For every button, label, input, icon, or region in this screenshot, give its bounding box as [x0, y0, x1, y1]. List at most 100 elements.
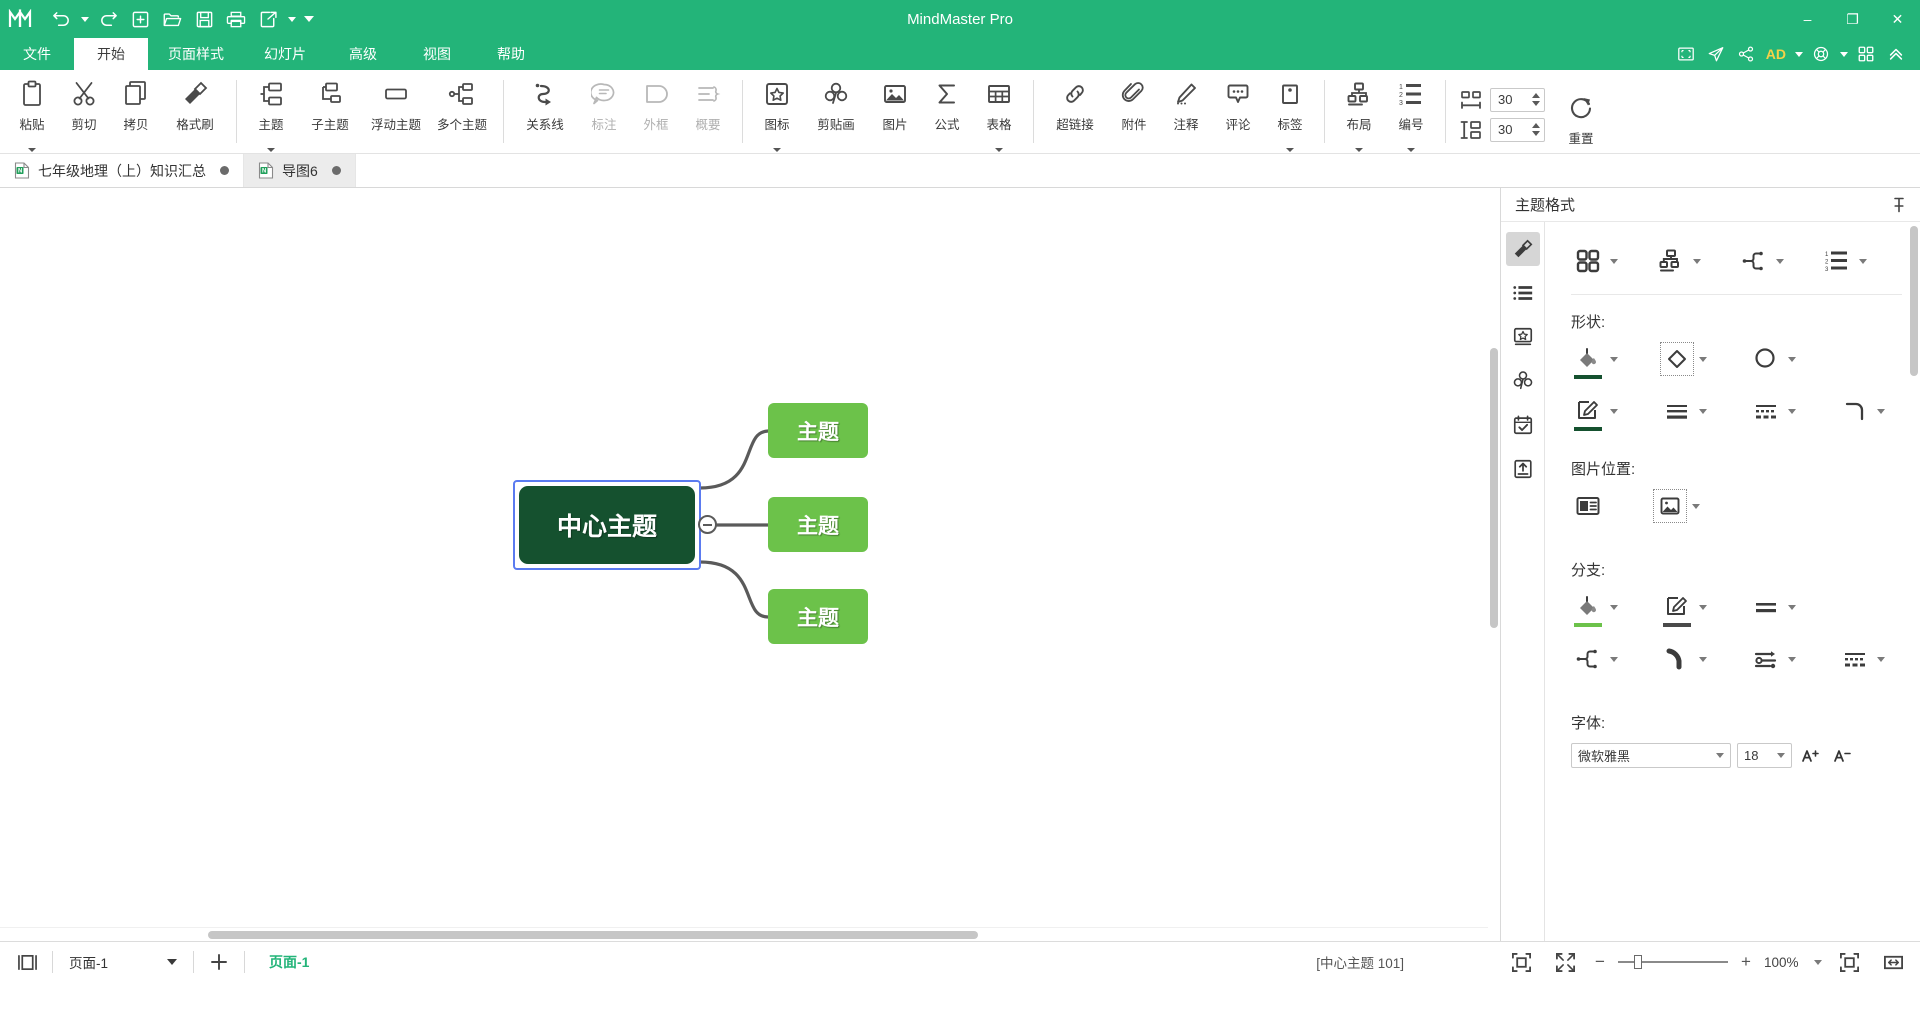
attachment-button[interactable]: 附件 [1108, 70, 1160, 153]
shape-picker-button[interactable] [1660, 342, 1707, 376]
table-button[interactable]: 表格 [973, 70, 1025, 153]
style-brush-icon[interactable] [1505, 232, 1540, 266]
zoom-slider[interactable] [1618, 955, 1728, 969]
numbering-caret-icon[interactable] [1407, 148, 1415, 152]
page-select[interactable]: 页面-1 [61, 949, 185, 975]
paste-caret-icon[interactable] [28, 148, 36, 152]
shadow-effect-button[interactable] [1749, 342, 1796, 376]
branch-topic-node-1[interactable]: 主题 [768, 403, 868, 458]
tag-caret-icon[interactable] [1286, 148, 1294, 152]
panel-toggle-icon[interactable] [10, 948, 44, 976]
font-size-select[interactable]: 18 [1737, 743, 1792, 768]
increase-font-icon[interactable] [1798, 743, 1824, 768]
numbering-style-caret-icon[interactable] [1859, 258, 1867, 264]
active-page-label[interactable]: 页面-1 [253, 952, 325, 972]
shape-picker-caret-icon[interactable] [1699, 356, 1707, 362]
branch-fill-color-caret-icon[interactable] [1610, 604, 1618, 610]
apps-grid-icon[interactable] [1852, 40, 1880, 68]
collapse-toggle[interactable] [698, 515, 717, 534]
vertical-spacing-input[interactable] [1491, 122, 1525, 137]
boundary-button[interactable]: 外框 [630, 70, 682, 153]
topic-button[interactable]: 主题 [245, 70, 297, 153]
branch-shape-button[interactable] [1737, 244, 1784, 278]
line-color-caret-icon[interactable] [1610, 408, 1618, 414]
shadow-effect-caret-icon[interactable] [1788, 356, 1796, 362]
line-dash-caret-icon[interactable] [1788, 408, 1796, 414]
export-dropdown-caret-icon[interactable] [285, 4, 298, 34]
canvas-vertical-scroll-thumb[interactable] [1490, 348, 1498, 628]
menu-item-slideshow[interactable]: 幻灯片 [244, 38, 326, 70]
layout-structure-caret-icon[interactable] [1693, 258, 1701, 264]
new-icon[interactable] [125, 4, 155, 34]
fit-page-icon[interactable] [1504, 948, 1538, 976]
copy-button[interactable]: 拷贝 [110, 70, 162, 153]
format-painter-button[interactable]: 格式刷 [162, 70, 228, 153]
mindmap-canvas[interactable]: 中心主题 主题 主题 主题 [0, 188, 1500, 941]
branch-weight-button[interactable] [1749, 590, 1796, 624]
format-panel-scroll-thumb[interactable] [1910, 226, 1918, 376]
fill-color-caret-icon[interactable] [1610, 356, 1618, 362]
pin-icon[interactable] [1892, 197, 1906, 213]
undo-dropdown-caret-icon[interactable] [78, 4, 91, 34]
print-icon[interactable] [221, 4, 251, 34]
outline-list-icon[interactable] [1506, 276, 1540, 310]
numbering-style-button[interactable]: 1 23 [1820, 244, 1867, 278]
image-position-button[interactable] [1571, 489, 1605, 523]
font-family-caret-icon[interactable] [1716, 753, 1724, 758]
note-button[interactable]: 注释 [1160, 70, 1212, 153]
collapse-ribbon-icon[interactable] [1882, 40, 1910, 68]
minimize-button[interactable]: – [1785, 0, 1830, 38]
branch-shape-caret-icon[interactable] [1776, 258, 1784, 264]
layout-caret-icon[interactable] [1355, 148, 1363, 152]
full-screen-icon[interactable] [1548, 948, 1582, 976]
summary-button[interactable]: 概要 [682, 70, 734, 153]
branch-topic-node-3[interactable]: 主题 [768, 589, 868, 644]
zoom-slider-knob[interactable] [1634, 955, 1642, 969]
vertical-spacing-up-icon[interactable] [1532, 123, 1540, 128]
document-tab-2-modified-dot[interactable] [331, 166, 341, 175]
reset-button[interactable]: 重置 [1555, 82, 1607, 147]
theme-grid-caret-icon[interactable] [1610, 258, 1618, 264]
branch-curve-button[interactable] [1660, 642, 1707, 676]
add-page-icon[interactable] [202, 948, 236, 976]
menu-item-advanced[interactable]: 高级 [326, 38, 400, 70]
layout-button[interactable]: 布局 [1333, 70, 1385, 153]
branch-topic-node-2[interactable]: 主题 [768, 497, 868, 552]
document-tab-2[interactable]: N 导图6 [244, 154, 356, 187]
vertical-spacing-down-icon[interactable] [1532, 131, 1540, 136]
branch-arrow-caret-icon[interactable] [1788, 656, 1796, 662]
corner-radius-button[interactable] [1838, 394, 1885, 428]
horizontal-spacing-stepper[interactable] [1490, 87, 1545, 112]
branch-weight-caret-icon[interactable] [1788, 604, 1796, 610]
task-calendar-icon[interactable] [1506, 408, 1540, 442]
menu-item-view[interactable]: 视图 [400, 38, 474, 70]
menu-item-page-style[interactable]: 页面样式 [148, 38, 244, 70]
help-caret-icon[interactable] [1837, 39, 1850, 69]
central-topic-node[interactable]: 中心主题 [519, 486, 695, 564]
branch-arrow-button[interactable] [1749, 642, 1796, 676]
qat-more-caret-icon[interactable] [300, 4, 318, 34]
export-upload-icon[interactable] [1506, 452, 1540, 486]
share-icon[interactable] [1732, 40, 1760, 68]
menu-item-help[interactable]: 帮助 [474, 38, 548, 70]
decrease-font-icon[interactable] [1830, 743, 1856, 768]
canvas-horizontal-scrollbar[interactable] [0, 927, 1488, 941]
layout-structure-button[interactable] [1654, 244, 1701, 278]
format-panel-scrollbar[interactable] [1908, 222, 1920, 941]
tag-button[interactable]: 标签 [1264, 70, 1316, 153]
horizontal-spacing-down-icon[interactable] [1532, 101, 1540, 106]
save-icon[interactable] [189, 4, 219, 34]
document-tab-1[interactable]: N 七年级地理（上）知识汇总 [0, 154, 244, 187]
line-weight-caret-icon[interactable] [1699, 408, 1707, 414]
corner-radius-caret-icon[interactable] [1877, 408, 1885, 414]
redo-icon[interactable] [93, 4, 123, 34]
branch-curve-caret-icon[interactable] [1699, 656, 1707, 662]
floating-topic-button[interactable]: 浮动主题 [363, 70, 429, 153]
picture-button[interactable]: 图片 [869, 70, 921, 153]
comment-button[interactable]: 评论 [1212, 70, 1264, 153]
subtopic-button[interactable]: 子主题 [297, 70, 363, 153]
numbering-button[interactable]: 123 编号 [1385, 70, 1437, 153]
canvas-vertical-scrollbar[interactable] [1488, 188, 1500, 941]
maximize-button[interactable]: ❐ [1830, 0, 1875, 38]
icon-caret-icon[interactable] [773, 148, 781, 152]
